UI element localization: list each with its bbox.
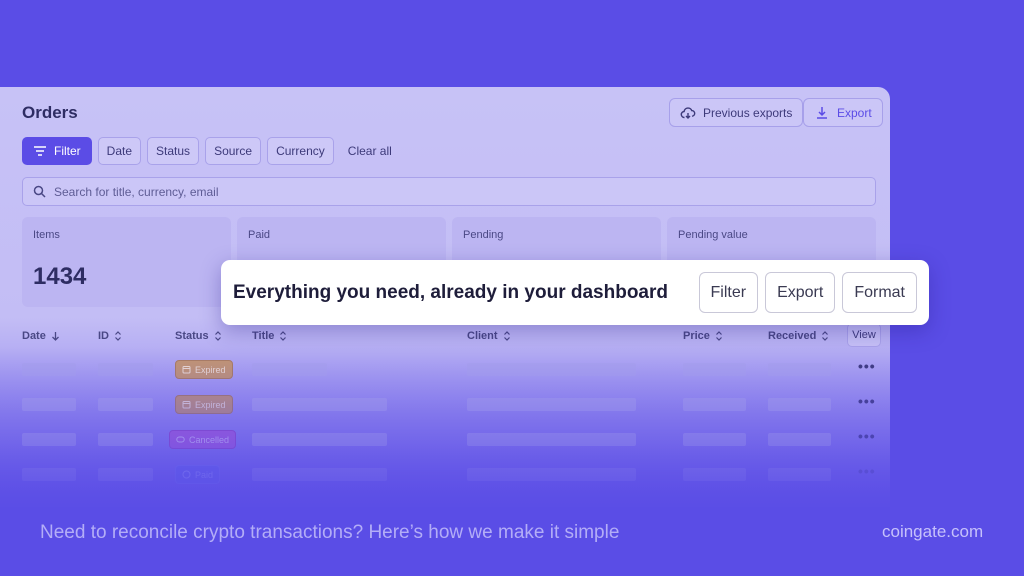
cell-placeholder [22,398,76,411]
search-input[interactable]: Search for title, currency, email [54,185,219,199]
sort-icon [280,331,287,341]
cell-placeholder [252,468,387,481]
currency-filter-chip[interactable]: Currency [267,137,334,165]
more-icon[interactable]: ••• [858,463,876,479]
column-header-status[interactable]: Status [175,330,222,342]
more-icon[interactable]: ••• [858,358,876,374]
cancel-icon [176,436,185,443]
status-badge: Expired [175,360,233,379]
export-button[interactable]: Export [803,98,883,127]
source-filter-chip[interactable]: Source [205,137,262,165]
cell-placeholder [768,468,831,481]
stat-value: 1434 [33,263,87,290]
page-title: Orders [22,103,78,122]
sort-icon [503,331,510,341]
column-header-id[interactable]: ID [98,330,122,342]
cell-placeholder [467,468,636,481]
stat-label: Paid [248,229,271,241]
view-button[interactable]: View [847,323,881,347]
filter-bar: Filter Date Status Source Currency Clear… [22,137,400,165]
callout-format-button[interactable]: Format [842,272,917,313]
cell-placeholder [98,398,153,411]
sort-icon [214,331,221,341]
cell-placeholder [768,363,831,376]
arrow-down-icon [51,332,59,341]
column-header-date[interactable]: Date [22,330,60,342]
stat-label: Items [33,229,60,241]
cell-placeholder [683,433,746,446]
search-icon [33,185,46,198]
callout-filter-button[interactable]: Filter [698,272,759,313]
cell-placeholder [252,433,387,446]
column-header-price[interactable]: Price [683,330,723,342]
filter-icon [34,146,46,156]
cell-placeholder [683,398,746,411]
export-label: Export [837,105,872,120]
more-icon[interactable]: ••• [858,393,876,409]
filter-label: Filter [54,144,81,158]
callout-export-button[interactable]: Export [765,272,836,313]
cell-placeholder [683,468,746,481]
status-badge: Paid [175,465,221,484]
cell-placeholder [22,433,76,446]
cell-placeholder [768,398,831,411]
column-header-title[interactable]: Title [252,330,287,342]
filter-button[interactable]: Filter [22,137,92,165]
calendar-icon [182,366,191,374]
check-circle-icon [182,470,191,479]
cell-placeholder [22,363,76,376]
sort-icon [822,331,829,341]
feature-callout: Everything you need, already in your das… [221,260,929,325]
cell-placeholder [98,363,153,376]
search-field[interactable]: Search for title, currency, email [22,177,876,206]
cell-placeholder [467,363,636,376]
cell-placeholder [768,433,831,446]
previous-exports-label: Previous exports [703,105,793,120]
cell-placeholder [98,468,153,481]
status-badge: Expired [175,395,233,414]
callout-text: Everything you need, already in your das… [233,281,668,303]
sort-icon [115,331,121,341]
stat-label: Pending value [678,229,748,241]
calendar-icon [182,401,191,409]
column-header-received[interactable]: Received [768,330,829,342]
cell-placeholder [252,398,387,411]
download-icon [817,106,827,119]
cell-placeholder [98,433,153,446]
footer-brand[interactable]: coingate.com [882,522,983,542]
cloud-download-icon [680,106,696,119]
stat-label: Pending [463,229,504,241]
clear-all-button[interactable]: Clear all [340,137,400,165]
previous-exports-button[interactable]: Previous exports [669,98,804,127]
footer-tagline: Need to reconcile crypto transactions? H… [40,522,620,543]
cell-placeholder [467,433,636,446]
sort-icon [715,331,722,341]
cell-placeholder [22,468,76,481]
status-badge: Cancelled [169,430,237,449]
more-icon[interactable]: ••• [858,428,876,444]
stat-card-items: Items 1434 [22,217,231,307]
cell-placeholder [252,363,327,376]
cell-placeholder [683,363,746,376]
cell-placeholder [467,398,636,411]
status-filter-chip[interactable]: Status [147,137,200,165]
column-header-client[interactable]: Client [467,330,511,342]
date-filter-chip[interactable]: Date [97,137,142,165]
